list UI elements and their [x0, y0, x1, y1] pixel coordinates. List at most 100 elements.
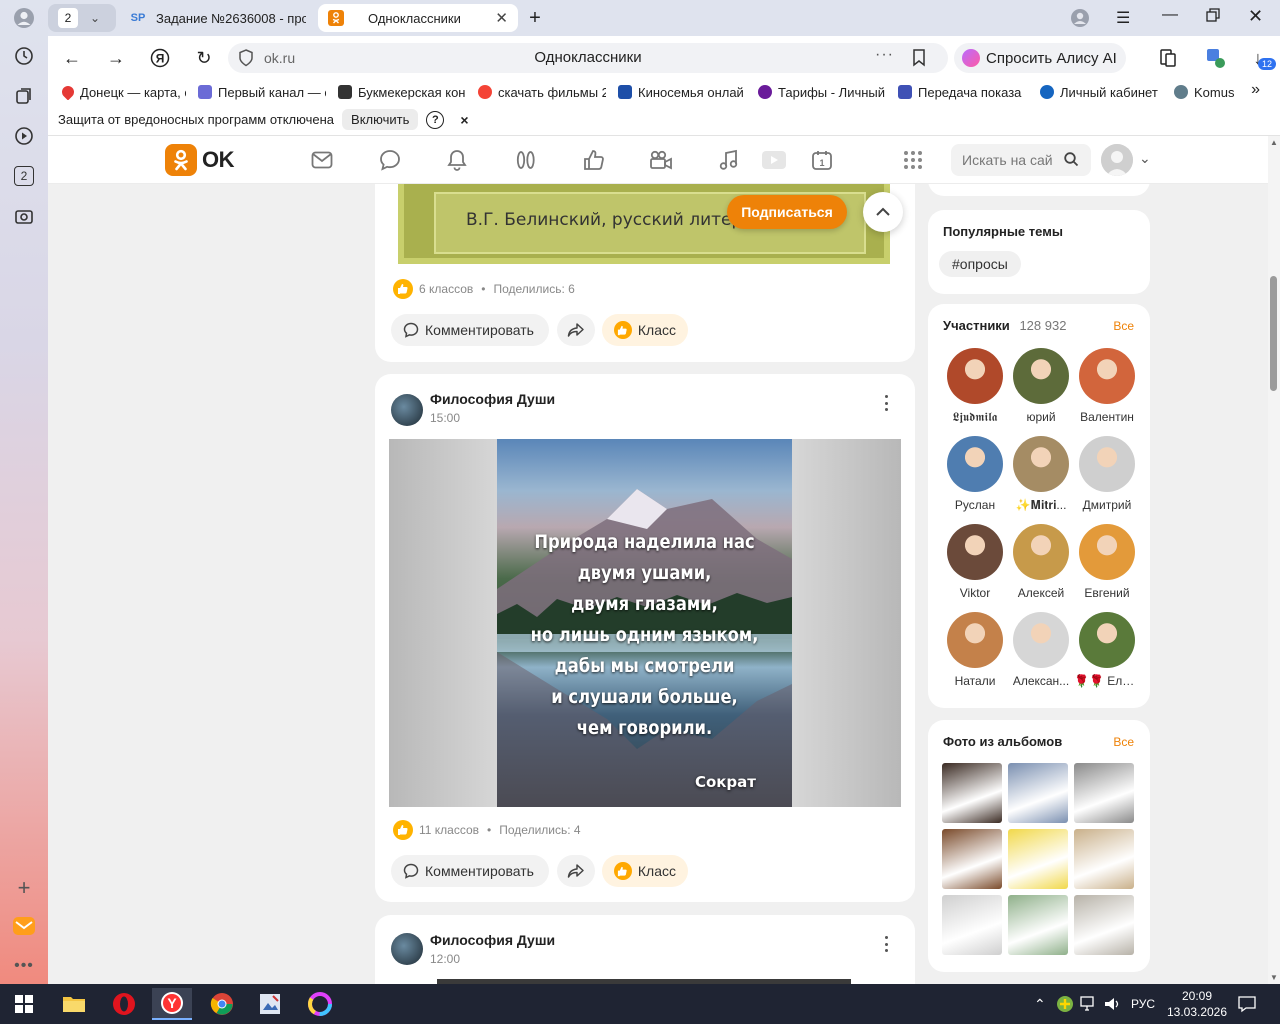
user-avatar[interactable]	[1101, 144, 1133, 176]
comment-button[interactable]: Комментировать	[391, 855, 549, 887]
member-avatar[interactable]	[947, 612, 1003, 668]
member-name[interactable]: Viktor	[942, 586, 1008, 600]
member-avatar[interactable]	[1013, 348, 1069, 404]
member-avatar[interactable]	[947, 524, 1003, 580]
events-icon[interactable]: 1	[810, 148, 834, 172]
forward-icon[interactable]: →	[104, 46, 128, 70]
member-item[interactable]: ✨𝐌𝐢𝐭𝐫𝐢...	[1008, 436, 1074, 513]
member-item[interactable]: Алексан...	[1008, 612, 1074, 688]
member-item[interactable]: Валентин	[1074, 348, 1140, 424]
member-name[interactable]: Руслан	[942, 498, 1008, 512]
language-indicator[interactable]: РУС	[1131, 984, 1155, 1024]
members-all-link[interactable]: Все	[1113, 319, 1134, 333]
music-icon[interactable]	[717, 148, 741, 172]
member-item[interactable]: юрий	[1008, 348, 1074, 424]
album-photo[interactable]	[1008, 829, 1068, 889]
post-menu-icon[interactable]	[884, 395, 888, 411]
page-scrollbar[interactable]: ▲ ▼	[1268, 136, 1280, 984]
post-time[interactable]: 15:00	[430, 411, 460, 425]
image-editor-icon[interactable]	[250, 988, 290, 1020]
notifications-icon[interactable]	[445, 148, 469, 172]
album-photo[interactable]	[1074, 763, 1134, 823]
ask-alice-button[interactable]: Спросить Алису AI	[954, 43, 1126, 73]
tab-group[interactable]: 2 ⌄	[48, 4, 116, 32]
downloads-icon[interactable]: ↓ 12	[1246, 46, 1277, 70]
member-name[interactable]: Валентин	[1074, 410, 1140, 424]
more-icon[interactable]: •••	[12, 954, 36, 978]
topic-tag[interactable]: #опросы	[939, 251, 1021, 277]
bookmark-item[interactable]: Букмекерская кон	[338, 85, 466, 100]
tab-odnoklassniki[interactable]: Одноклассники ✕	[318, 4, 518, 32]
bookmark-item[interactable]: Тарифы - Личный	[758, 85, 886, 100]
opera-icon[interactable]	[104, 988, 144, 1020]
history-icon[interactable]	[12, 44, 36, 68]
play-video-icon[interactable]	[761, 148, 787, 172]
account-icon[interactable]	[1070, 8, 1090, 31]
likes-icon[interactable]	[582, 148, 606, 172]
close-tab-icon[interactable]: ✕	[495, 9, 508, 27]
member-avatar[interactable]	[1079, 612, 1135, 668]
messages-icon[interactable]	[310, 148, 334, 172]
author-avatar[interactable]	[391, 933, 423, 965]
member-item[interactable]: Алексей	[1008, 524, 1074, 600]
minimize-icon[interactable]: —	[1162, 6, 1178, 24]
member-item[interactable]: Евгений	[1074, 524, 1140, 600]
windows-start-icon[interactable]	[4, 988, 44, 1020]
chevron-down-icon[interactable]: ⌄	[1139, 150, 1151, 167]
ok-logo-text[interactable]: OK	[202, 147, 235, 173]
post-image[interactable]: Природа наделила нас двумя ушами, двумя …	[389, 439, 901, 807]
share-button[interactable]	[557, 855, 595, 887]
class-button[interactable]: Класс	[602, 855, 688, 887]
help-icon[interactable]: ?	[426, 110, 445, 129]
reading-list-icon[interactable]	[1156, 46, 1180, 70]
album-photos-all-link[interactable]: Все	[1113, 735, 1134, 749]
member-item[interactable]: 🌹🌹 Елена	[1074, 612, 1140, 688]
member-name[interactable]: Алексей	[1008, 586, 1074, 600]
album-photo[interactable]	[1008, 763, 1068, 823]
scroll-up-button[interactable]	[863, 192, 903, 232]
tray-chevron-up-icon[interactable]: ⌃	[1034, 984, 1046, 1024]
address-bar[interactable]: ok.ru Одноклассники ···	[228, 43, 948, 73]
notifications-center-icon[interactable]	[1238, 984, 1256, 1024]
more-bookmarks-icon[interactable]: »	[1251, 81, 1260, 99]
post-menu-icon[interactable]	[884, 936, 888, 952]
close-infobar-icon[interactable]: ×	[460, 112, 468, 128]
member-name[interactable]: юрий	[1008, 410, 1074, 424]
yandex-icon[interactable]: Я	[148, 46, 172, 70]
bookmark-item[interactable]: Донецк — карта, с	[62, 84, 186, 100]
member-avatar[interactable]	[947, 436, 1003, 492]
photos-app-icon[interactable]	[300, 988, 340, 1020]
menu-icon[interactable]: ☰	[1116, 8, 1130, 28]
member-name[interactable]: ✨𝐌𝐢𝐭𝐫𝐢...	[1008, 498, 1074, 513]
member-avatar[interactable]	[1079, 524, 1135, 580]
search-icon[interactable]	[1064, 152, 1079, 170]
add-icon[interactable]: +	[12, 875, 36, 900]
tray-monitor-icon[interactable]	[1080, 984, 1098, 1024]
member-name[interactable]: Алексан...	[1008, 674, 1074, 688]
member-name[interactable]: Натали	[942, 674, 1008, 688]
bookmark-item[interactable]: скачать фильмы 2	[478, 85, 606, 100]
ok-logo-icon[interactable]	[165, 144, 197, 176]
scroll-up-arrow-icon[interactable]: ▲	[1270, 138, 1278, 147]
tray-app-icon[interactable]	[1056, 984, 1074, 1024]
member-item[interactable]: 𝕷𝖏𝖚𝖉𝖒𝖎𝖑𝖆	[942, 348, 1008, 425]
yandex-browser-icon[interactable]: Y	[152, 988, 192, 1020]
class-button[interactable]: Класс	[602, 314, 688, 346]
video-icon[interactable]	[12, 124, 36, 148]
album-photo[interactable]	[1074, 829, 1134, 889]
translate-icon[interactable]	[1204, 46, 1228, 70]
bookmark-item[interactable]: Первый канал — с	[198, 85, 326, 100]
bookmark-item[interactable]: Передача показа	[898, 85, 1028, 100]
member-item[interactable]: Натали	[942, 612, 1008, 688]
member-avatar[interactable]	[1013, 436, 1069, 492]
post-author[interactable]: Философия Души	[430, 932, 555, 948]
mail-icon[interactable]	[12, 914, 36, 938]
file-explorer-icon[interactable]	[54, 988, 94, 1020]
tab-zadanie[interactable]: SP Задание №2636008 - про	[120, 4, 316, 32]
member-item[interactable]: Viktor	[942, 524, 1008, 600]
album-photo[interactable]	[942, 829, 1002, 889]
profile-icon[interactable]	[12, 6, 36, 30]
more-icon[interactable]: ···	[875, 46, 894, 64]
member-avatar[interactable]	[947, 348, 1003, 404]
scrollbar-thumb[interactable]	[1270, 276, 1277, 391]
